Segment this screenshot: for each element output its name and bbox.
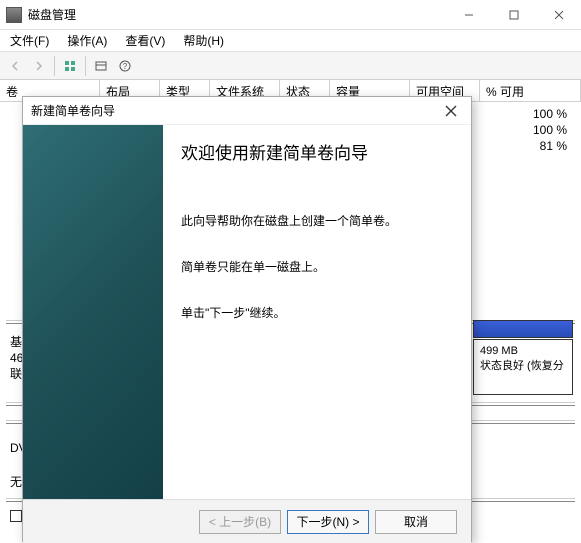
close-button[interactable] bbox=[536, 0, 581, 30]
menu-help[interactable]: 帮助(H) bbox=[179, 30, 228, 51]
menu-file[interactable]: 文件(F) bbox=[6, 30, 53, 51]
minimize-button[interactable] bbox=[446, 0, 491, 30]
partition-status: 状态良好 (恢复分 bbox=[480, 359, 566, 374]
refresh-icon[interactable] bbox=[90, 55, 112, 77]
menu-bar: 文件(F) 操作(A) 查看(V) 帮助(H) bbox=[0, 30, 581, 52]
disk-partition-box: 499 MB 状态良好 (恢复分 bbox=[473, 320, 573, 395]
maximize-button[interactable] bbox=[491, 0, 536, 30]
wizard-footer: < 上一步(B) 下一步(N) > 取消 bbox=[23, 499, 471, 543]
view-icon[interactable] bbox=[59, 55, 81, 77]
partition-size: 499 MB bbox=[480, 344, 566, 359]
back-icon bbox=[4, 55, 26, 77]
wizard-close-button[interactable] bbox=[439, 99, 463, 123]
wizard-titlebar: 新建简单卷向导 bbox=[23, 97, 471, 125]
allocation-bar bbox=[473, 320, 573, 338]
toolbar: ? bbox=[0, 52, 581, 80]
wizard-dialog: 新建简单卷向导 欢迎使用新建简单卷向导 此向导帮助你在磁盘上创建一个简单卷。 简… bbox=[22, 96, 472, 542]
app-icon bbox=[6, 7, 22, 23]
forward-icon bbox=[28, 55, 50, 77]
menu-view[interactable]: 查看(V) bbox=[121, 30, 169, 51]
svg-text:?: ? bbox=[123, 62, 128, 71]
row-pct-0: 100 % bbox=[533, 106, 567, 122]
window-title: 磁盘管理 bbox=[28, 6, 76, 23]
cancel-button[interactable]: 取消 bbox=[375, 510, 457, 534]
row-pct-2: 81 % bbox=[540, 138, 567, 154]
partition-info[interactable]: 499 MB 状态良好 (恢复分 bbox=[473, 339, 573, 395]
nomedia-label: 无 bbox=[10, 474, 22, 490]
menu-action[interactable]: 操作(A) bbox=[63, 30, 111, 51]
wizard-side-banner bbox=[23, 125, 163, 499]
legend-icon bbox=[10, 510, 22, 522]
wizard-paragraph-3: 单击"下一步"继续。 bbox=[181, 304, 453, 322]
col-pct[interactable]: % 可用 bbox=[480, 80, 581, 101]
wizard-content: 欢迎使用新建简单卷向导 此向导帮助你在磁盘上创建一个简单卷。 简单卷只能在单一磁… bbox=[163, 125, 471, 499]
back-button: < 上一步(B) bbox=[199, 510, 281, 534]
wizard-heading: 欢迎使用新建简单卷向导 bbox=[181, 139, 453, 164]
row-pct-1: 100 % bbox=[533, 122, 567, 138]
help-icon[interactable]: ? bbox=[114, 55, 136, 77]
wizard-paragraph-2: 简单卷只能在单一磁盘上。 bbox=[181, 258, 453, 276]
next-button[interactable]: 下一步(N) > bbox=[287, 510, 369, 534]
wizard-title: 新建简单卷向导 bbox=[31, 102, 115, 119]
main-titlebar: 磁盘管理 bbox=[0, 0, 581, 30]
wizard-paragraph-1: 此向导帮助你在磁盘上创建一个简单卷。 bbox=[181, 212, 453, 230]
